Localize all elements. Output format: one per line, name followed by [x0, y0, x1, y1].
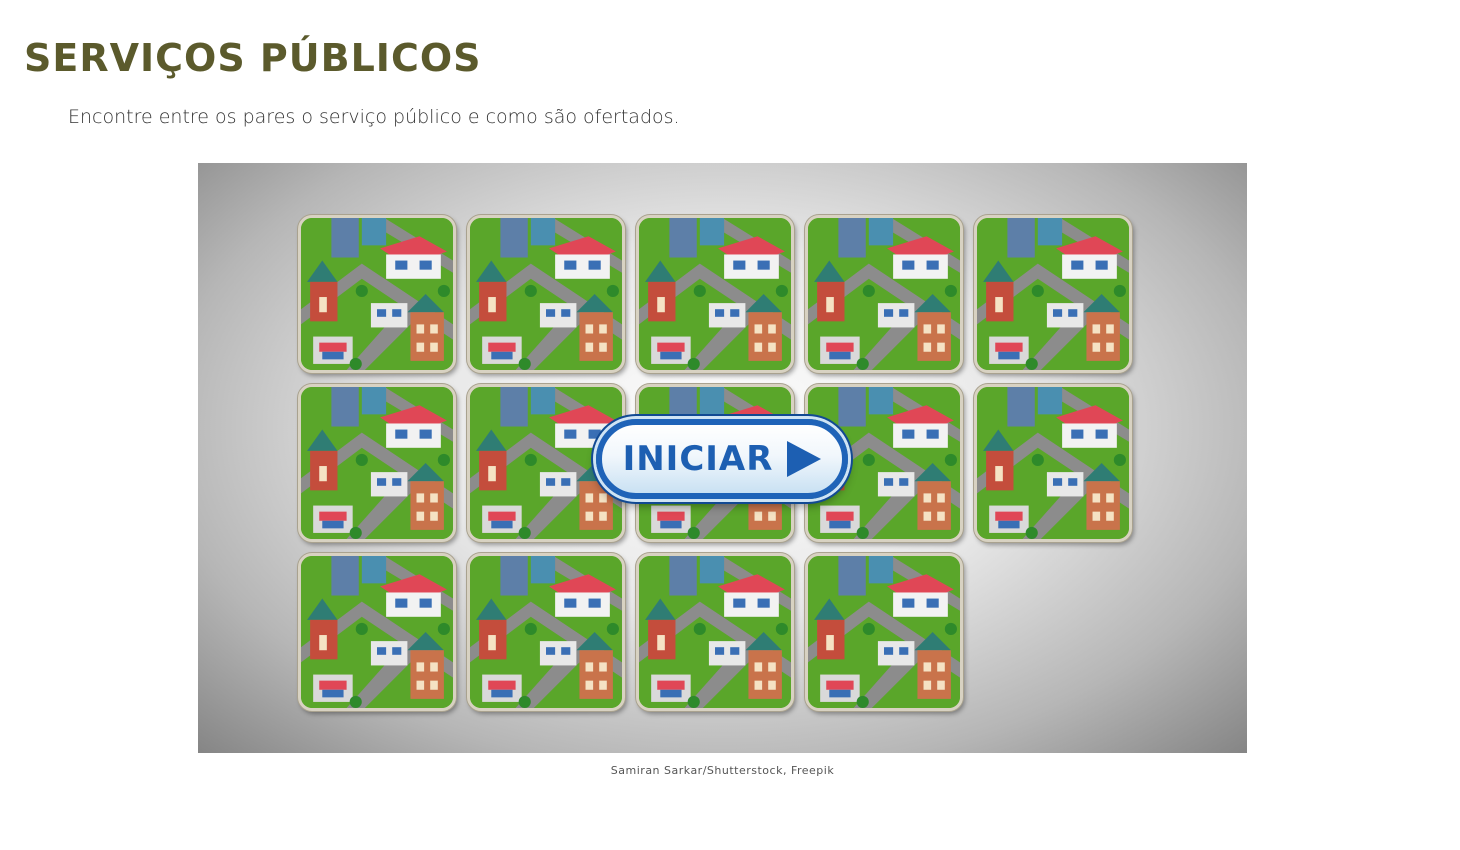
city-illustration-icon: [301, 218, 453, 370]
memory-card[interactable]: [298, 553, 456, 711]
city-illustration-icon: [977, 387, 1129, 539]
memory-card[interactable]: [298, 384, 456, 542]
city-illustration-icon: [977, 218, 1129, 370]
memory-card[interactable]: [636, 553, 794, 711]
city-illustration-icon: [808, 218, 960, 370]
city-illustration-icon: [301, 387, 453, 539]
city-illustration-icon: [808, 556, 960, 708]
city-illustration-icon: [301, 556, 453, 708]
memory-card[interactable]: [974, 215, 1132, 373]
start-button-label: INICIAR: [622, 439, 774, 479]
city-illustration-icon: [639, 556, 791, 708]
instruction-text: Encontre entre os pares o serviço públic…: [68, 106, 680, 128]
memory-card[interactable]: [636, 215, 794, 373]
memory-card[interactable]: [467, 215, 625, 373]
memory-game-board: INICIAR: [198, 163, 1247, 753]
city-illustration-icon: [470, 218, 622, 370]
memory-card[interactable]: [298, 215, 456, 373]
play-icon: [787, 441, 822, 477]
memory-card[interactable]: [974, 384, 1132, 542]
start-button[interactable]: INICIAR: [596, 419, 848, 499]
memory-card[interactable]: [805, 553, 963, 711]
memory-card[interactable]: [467, 553, 625, 711]
page-title: SERVIÇOS PÚBLICOS: [24, 36, 482, 80]
memory-card[interactable]: [805, 215, 963, 373]
image-credit: Samiran Sarkar/Shutterstock, Freepik: [610, 764, 835, 777]
city-illustration-icon: [470, 556, 622, 708]
city-illustration-icon: [639, 218, 791, 370]
